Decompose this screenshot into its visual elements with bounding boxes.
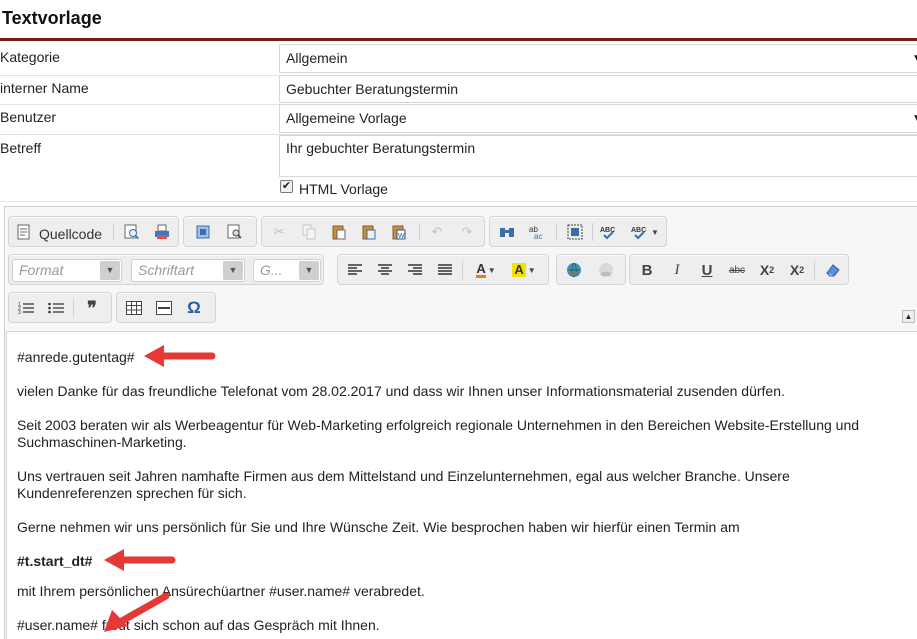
toolbar-group-document: Quellcode	[8, 216, 179, 247]
toolbar-separator	[814, 261, 815, 279]
toolbar-group-links	[556, 254, 626, 285]
select-all-icon[interactable]	[564, 221, 586, 243]
remove-format-icon[interactable]	[822, 259, 844, 281]
name-input[interactable]: Gebuchter Beratungstermin	[279, 75, 917, 103]
content-paragraph: vielen Danke für das freundliche Telefon…	[17, 383, 785, 399]
toolbar-group-lists: 123 ❞	[8, 292, 112, 323]
toolbar-group-clipboard: ✂ W ↶ ↷	[261, 216, 485, 247]
svg-text:W: W	[398, 233, 405, 240]
underline-icon[interactable]: U	[696, 259, 718, 281]
special-char-icon[interactable]: Ω	[183, 297, 205, 319]
paste-word-icon[interactable]: W	[388, 221, 410, 243]
bg-color-icon[interactable]: A ▼	[508, 259, 540, 281]
table-icon[interactable]	[123, 297, 145, 319]
benutzer-value: Allgemeine Vorlage	[286, 110, 407, 126]
betreff-value: Ihr gebuchter Beratungstermin	[286, 140, 476, 156]
name-label: interner Name	[0, 80, 89, 96]
content-paragraph: Uns vertrauen seit Jahren namhafte Firme…	[17, 468, 790, 501]
title-divider	[0, 38, 917, 41]
superscript-icon[interactable]: X2	[786, 259, 808, 281]
bullet-list-icon[interactable]	[45, 297, 67, 319]
align-left-icon[interactable]	[344, 259, 366, 281]
subscript-icon[interactable]: X2	[756, 259, 778, 281]
redo-icon[interactable]: ↷	[456, 221, 478, 243]
annotation-arrow-icon	[104, 549, 176, 571]
horizontal-rule-icon[interactable]	[153, 297, 175, 319]
replace-icon[interactable]: ab ac	[526, 221, 548, 243]
link-icon[interactable]	[563, 259, 585, 281]
kategorie-select[interactable]: Allgemein ▼	[279, 44, 917, 73]
toolbar-separator	[462, 261, 463, 279]
toolbar-separator	[556, 223, 557, 241]
toolbar-group-tools	[183, 216, 257, 247]
rich-text-editor: Quellcode ✂ W ↶ ↷ ab ac ABC ABC ▼ Format…	[4, 206, 917, 639]
betreff-label: Betreff	[0, 140, 41, 156]
chevron-down-icon: ▼	[100, 261, 120, 280]
toolbar-separator	[73, 299, 74, 317]
bold-icon[interactable]: B	[636, 259, 658, 281]
copy-icon[interactable]	[298, 221, 320, 243]
annotation-arrow-icon	[144, 345, 216, 367]
toolbar-separator	[113, 223, 114, 241]
kategorie-value: Allgemein	[286, 50, 348, 66]
toolbar-collapse-icon[interactable]: ▲	[902, 310, 915, 323]
toolbar-separator	[592, 223, 593, 241]
source-button-label[interactable]: Quellcode	[39, 226, 102, 242]
chevron-down-icon: ▼	[299, 261, 319, 280]
html-checkbox[interactable]: ✔	[280, 180, 293, 193]
find-icon[interactable]	[496, 221, 518, 243]
unlink-icon[interactable]	[595, 259, 617, 281]
html-checkbox-label: HTML Vorlage	[299, 181, 388, 197]
name-value: Gebuchter Beratungstermin	[286, 81, 458, 97]
toolbar-group-alignment: A ▼ A ▼	[337, 254, 549, 285]
cut-icon[interactable]: ✂	[268, 221, 290, 243]
chevron-down-icon: ▼	[912, 105, 917, 132]
content-paragraph: Seit 2003 beraten wir als Werbeagentur f…	[17, 417, 860, 450]
align-center-icon[interactable]	[374, 259, 396, 281]
kategorie-label: Kategorie	[0, 49, 60, 65]
toolbar-group-basicstyles: B I U abc X2 X2	[629, 254, 849, 285]
spellcheck-icon[interactable]: ABC	[598, 221, 620, 243]
betreff-textarea[interactable]: Ihr gebuchter Beratungstermin	[279, 135, 917, 177]
toolbar-group-styles: Format ▼ Schriftart ▼ G... ▼	[8, 254, 324, 285]
divider	[0, 201, 917, 202]
content-paragraph: Gerne nehmen wir uns persönlich für Sie …	[17, 519, 740, 535]
find-replace-icon[interactable]	[224, 221, 246, 243]
template-icon[interactable]	[192, 221, 214, 243]
annotation-arrow-icon	[104, 592, 170, 632]
chevron-down-icon: ▼	[223, 261, 243, 280]
benutzer-label: Benutzer	[0, 109, 57, 125]
source-icon[interactable]	[13, 221, 35, 243]
print-icon[interactable]	[151, 221, 173, 243]
toolbar-group-insert: Ω	[116, 292, 216, 323]
toolbar-separator	[419, 223, 420, 241]
chevron-down-icon: ▼	[912, 45, 917, 72]
justify-icon[interactable]	[434, 259, 456, 281]
strikethrough-icon[interactable]: abc	[726, 259, 748, 281]
format-placeholder: Format	[19, 262, 64, 278]
numbered-list-icon[interactable]: 123	[15, 297, 37, 319]
format-combo[interactable]: Format ▼	[12, 259, 122, 282]
font-family-combo[interactable]: Schriftart ▼	[131, 259, 245, 282]
italic-icon[interactable]: I	[666, 259, 688, 281]
preview-icon[interactable]	[121, 221, 143, 243]
page-title: Textvorlage	[2, 8, 102, 28]
text-color-icon[interactable]: A ▼	[470, 259, 502, 281]
spellcheck-dropdown-icon[interactable]: ABC ▼	[628, 221, 662, 243]
font-size-placeholder: G...	[260, 262, 283, 278]
svg-text:ac: ac	[534, 232, 542, 240]
svg-text:3: 3	[18, 310, 21, 315]
benutzer-select[interactable]: Allgemeine Vorlage ▼	[279, 104, 917, 133]
font-family-placeholder: Schriftart	[138, 262, 195, 278]
align-right-icon[interactable]	[404, 259, 426, 281]
font-size-combo[interactable]: G... ▼	[253, 259, 321, 282]
paste-icon[interactable]	[328, 221, 350, 243]
toolbar-group-editing: ab ac ABC ABC ▼	[489, 216, 667, 247]
undo-icon[interactable]: ↶	[426, 221, 448, 243]
paste-text-icon[interactable]	[358, 221, 380, 243]
blockquote-icon[interactable]: ❞	[81, 297, 103, 319]
